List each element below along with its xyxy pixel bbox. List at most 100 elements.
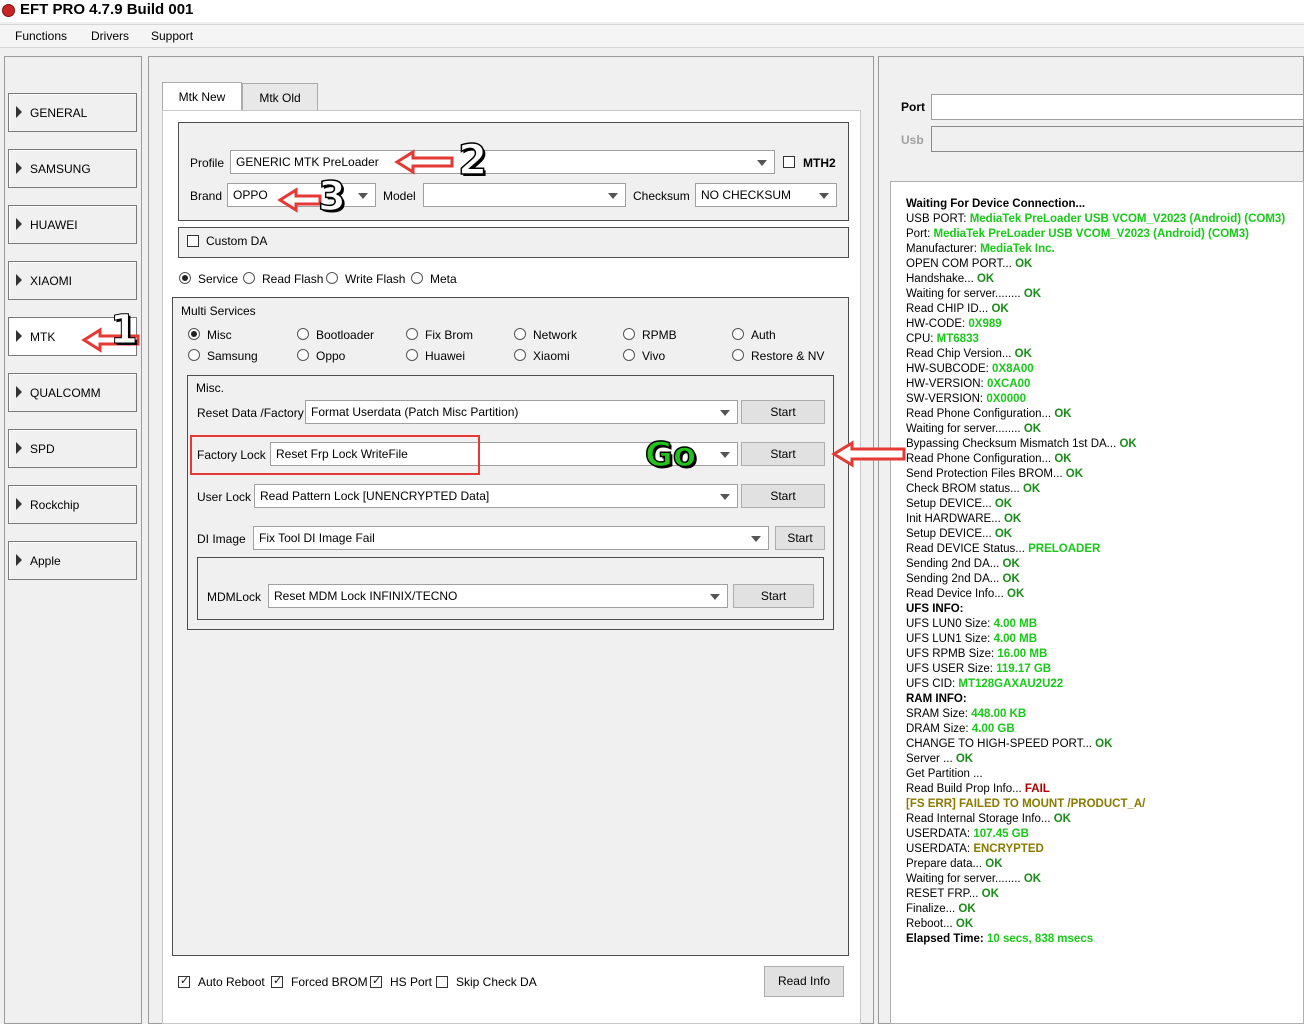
log-segment: Elapsed Time: (906, 933, 987, 945)
log-segment: Finalize... (906, 903, 959, 915)
log-line: Read Device Info... OK (906, 588, 1024, 600)
reset-data-select[interactable]: Format Userdata (Patch Misc Partition) (305, 400, 738, 424)
log-segment: Manufacturer: (906, 243, 981, 255)
log-line: Server ... OK (906, 753, 973, 765)
mode-write-flash-radio[interactable] (326, 272, 338, 284)
checksum-select[interactable]: NO CHECKSUM (695, 183, 837, 207)
service-network-radio[interactable] (514, 328, 526, 340)
log-line: Elapsed Time: 10 secs, 838 msecs (906, 933, 1093, 945)
mode-service-radio[interactable] (179, 272, 191, 284)
log-segment: 16.00 MB (997, 648, 1048, 660)
log-segment: 4.00 MB (993, 633, 1038, 645)
log-line: CHANGE TO HIGH-SPEED PORT... OK (906, 738, 1112, 750)
log-segment: OK (1022, 483, 1041, 495)
menu-functions[interactable]: Functions (15, 29, 67, 43)
mth2-label: MTH2 (803, 156, 836, 170)
mode-meta-radio[interactable] (411, 272, 423, 284)
log-segment: Bypassing Checksum Mismatch 1st DA... (906, 438, 1120, 450)
log-segment: Waiting for server........ (906, 423, 1024, 435)
service-huawei-radio[interactable] (406, 349, 418, 361)
sidebar-item-samsung[interactable]: SAMSUNG (8, 149, 137, 188)
brand-select[interactable]: OPPO (227, 183, 376, 207)
mdm-lock-label: MDMLock (207, 590, 262, 604)
sidebar-item-xiaomi[interactable]: XIAOMI (8, 261, 137, 300)
log-segment: Read Device Info... (906, 588, 1007, 600)
service-restore-nv-radio[interactable] (732, 349, 744, 361)
sidebar-item-spd[interactable]: SPD (8, 429, 137, 468)
sidebar-item-huawei[interactable]: HUAWEI (8, 205, 137, 244)
log-segment: [FS ERR] FAILED TO MOUNT /PRODUCT_A/ (906, 798, 1146, 810)
reset-data-start-button[interactable]: Start (741, 400, 825, 424)
service-xiaomi-radio[interactable] (514, 349, 526, 361)
user-lock-start-button[interactable]: Start (741, 484, 825, 508)
log-segment: HW-CODE: (906, 318, 969, 330)
model-select[interactable] (423, 183, 626, 207)
di-image-select[interactable]: Fix Tool DI Image Fail (253, 526, 769, 550)
service-oppo-radio[interactable] (297, 349, 309, 361)
log-segment: UFS CID: (906, 678, 959, 690)
service-rpmb-radio[interactable] (623, 328, 635, 340)
log-segment: OK (991, 303, 1009, 315)
tab-mtk-new[interactable]: Mtk New (162, 82, 242, 111)
caret-right-icon (16, 274, 22, 286)
user-lock-select[interactable]: Read Pattern Lock [UNENCRYPTED Data] (254, 484, 738, 508)
service-samsung-radio[interactable] (188, 349, 200, 361)
service-misc-radio[interactable] (188, 328, 200, 340)
port-select[interactable] (931, 94, 1304, 120)
mdm-lock-start-button[interactable]: Start (733, 584, 814, 608)
caret-right-icon (16, 386, 22, 398)
service-bootloader-radio[interactable] (297, 328, 309, 340)
read-info-button[interactable]: Read Info (764, 966, 844, 997)
mode-service-label: Service (198, 272, 239, 286)
skip-check-da-checkbox[interactable] (436, 976, 448, 988)
usb-select[interactable] (931, 126, 1304, 152)
log-line: Read Phone Configuration... OK (906, 453, 1072, 465)
profile-select[interactable]: GENERIC MTK PreLoader (230, 150, 775, 174)
log-line: Read Build Prop Info... FAIL (906, 783, 1050, 795)
chevron-down-icon (819, 193, 829, 199)
log-segment: OK (955, 753, 974, 765)
chevron-down-icon (710, 594, 720, 600)
checksum-label: Checksum (633, 189, 690, 203)
custom-da-checkbox[interactable] (187, 235, 199, 247)
sidebar-item-general[interactable]: GENERAL (8, 93, 137, 132)
mode-read-flash-radio[interactable] (243, 272, 255, 284)
log-segment: OK (1002, 558, 1020, 570)
menu-support[interactable]: Support (151, 29, 193, 43)
service-rpmb-label: RPMB (642, 328, 677, 342)
log-segment: DRAM Size: (906, 723, 972, 735)
annotation-one: 1 (110, 307, 139, 354)
log-line: Finalize... OK (906, 903, 976, 915)
service-vivo-radio[interactable] (623, 349, 635, 361)
factory-lock-start-button[interactable]: Start (741, 442, 825, 466)
window-title: EFT PRO 4.7.9 Build 001 (20, 1, 194, 18)
log-segment: 119.17 GB (996, 663, 1052, 675)
tab-mtk-old[interactable]: Mtk Old (242, 83, 318, 111)
log-segment: OK (1023, 288, 1042, 300)
caret-right-icon (16, 106, 22, 118)
annotation-two: 2 (457, 134, 488, 185)
di-image-start-button[interactable]: Start (775, 526, 825, 550)
sidebar-item-rockchip[interactable]: Rockchip (8, 485, 137, 524)
forced-brom-checkbox[interactable] (271, 974, 283, 988)
sidebar-item-apple[interactable]: Apple (8, 541, 137, 580)
menu-bar (0, 24, 1304, 48)
mdm-lock-select[interactable]: Reset MDM Lock INFINIX/TECNO (268, 584, 728, 608)
service-auth-label: Auth (751, 328, 776, 342)
log-output: Waiting For Device Connection... USB PORT… (890, 181, 1304, 1024)
log-line: Setup DEVICE... OK (906, 498, 1012, 510)
hs-port-checkbox[interactable] (370, 974, 382, 988)
service-fix-brom-radio[interactable] (406, 328, 418, 340)
log-segment: 0X989 (968, 318, 1002, 330)
log-line: UFS LUN0 Size: 4.00 MB (906, 618, 1037, 630)
service-auth-radio[interactable] (732, 328, 744, 340)
log-segment: Port: (906, 228, 934, 240)
log-segment: OK (1065, 468, 1084, 480)
mth2-checkbox[interactable] (783, 156, 795, 168)
log-segment: UFS LUN1 Size: (906, 633, 994, 645)
menu-drivers[interactable]: Drivers (91, 29, 129, 43)
service-xiaomi-label: Xiaomi (533, 349, 570, 363)
auto-reboot-checkbox[interactable] (178, 974, 190, 988)
log-line: Prepare data... OK (906, 858, 1003, 870)
sidebar-item-qualcomm[interactable]: QUALCOMM (8, 373, 137, 412)
